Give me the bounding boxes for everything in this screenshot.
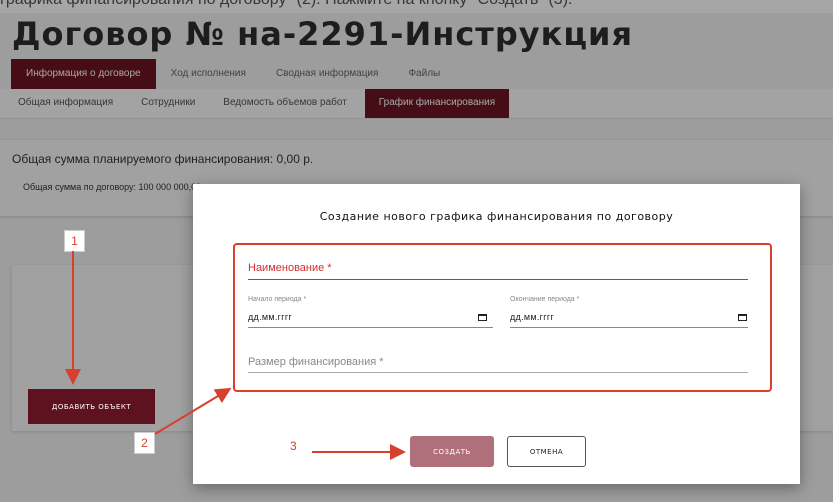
dialog-title: Создание нового графика финансирования п…: [319, 210, 674, 223]
create-button[interactable]: СОЗДАТЬ: [410, 436, 494, 467]
cancel-button[interactable]: ОТМЕНА: [507, 436, 586, 467]
create-schedule-dialog: Создание нового графика финансирования п…: [193, 184, 800, 484]
add-object-button[interactable]: ДОБАВИТЬ ОБЪЕКТ: [28, 389, 155, 424]
step-badge-2: 2: [134, 432, 155, 454]
form-highlight-frame: [233, 243, 772, 392]
step-badge-1: 1: [64, 230, 85, 252]
step-label-3: 3: [290, 439, 297, 453]
